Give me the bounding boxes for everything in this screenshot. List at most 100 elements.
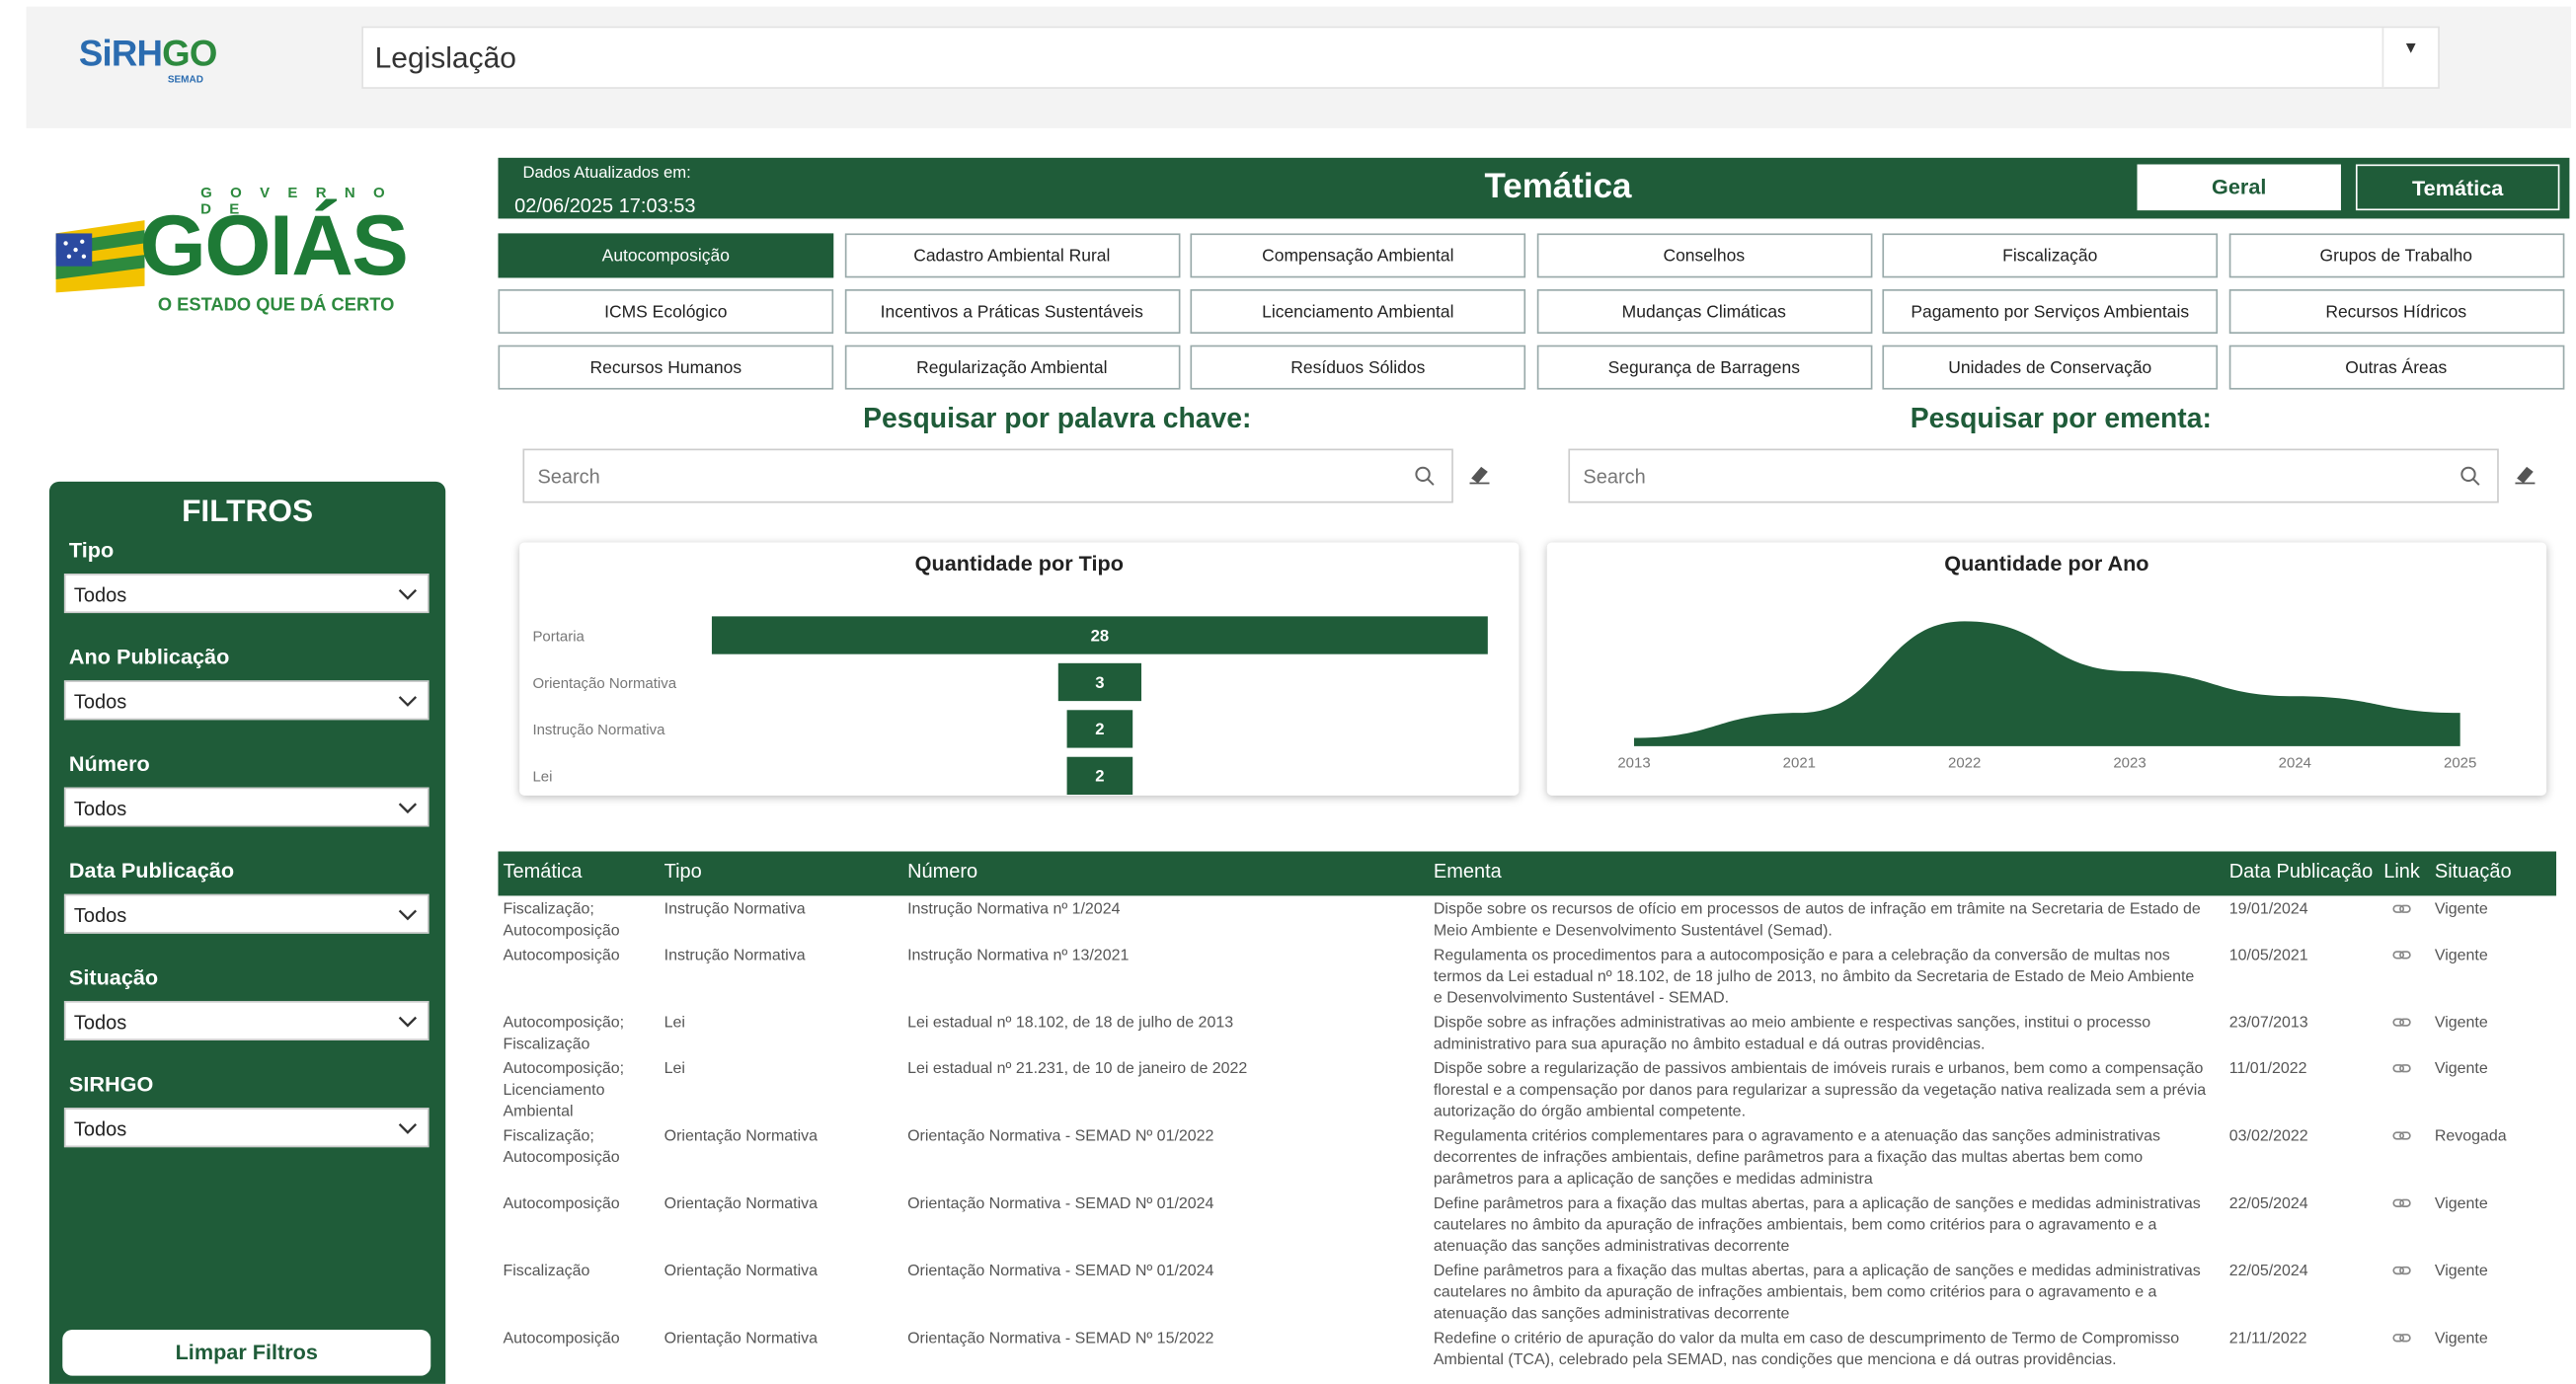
cell-tematica-line: Autocomposição; xyxy=(503,1059,625,1079)
theme-button[interactable]: Licenciamento Ambiental xyxy=(1190,289,1526,334)
bar-chart-tipo: Portaria 28 Orientação Normativa 3 Instrução… xyxy=(532,616,1488,796)
area-series[interactable] xyxy=(1634,621,2460,746)
col-header-ementa[interactable]: Ementa xyxy=(1434,860,1502,883)
link-icon[interactable] xyxy=(2392,947,2412,963)
cell-data: 19/01/2024 xyxy=(2228,900,2308,919)
theme-button[interactable]: Autocomposição xyxy=(498,233,834,278)
link-icon[interactable] xyxy=(2392,1127,2412,1144)
chart-card-ano: Quantidade por Ano 2013 2021 2022 2023 2024 2… xyxy=(1546,542,2547,796)
ementa-search-input[interactable]: Search xyxy=(1568,448,2499,503)
cell-ementa-line: Ambiental (TCA), celebrado pela SEMAD, n… xyxy=(1433,1350,2117,1369)
tematica-button[interactable]: Temática xyxy=(2355,164,2560,211)
table-row[interactable]: Autocomposição Orientação Normativa Orient… xyxy=(498,1328,2556,1374)
eraser-icon[interactable] xyxy=(2514,462,2537,485)
theme-button[interactable]: Cadastro Ambiental Rural xyxy=(843,233,1180,278)
search-icon[interactable] xyxy=(1414,465,1436,487)
updated-label: Dados Atualizados em: xyxy=(522,164,691,183)
filter-select-numero[interactable]: Todos xyxy=(63,787,429,827)
goias-logo: GOVERNO DE GOIÁS O ESTADO QUE DÁ CERTO xyxy=(49,184,452,324)
col-header-numero[interactable]: Número xyxy=(907,860,977,883)
caret-down-icon[interactable]: ▼ xyxy=(2381,28,2439,88)
cell-numero: Lei estadual nº 21.231, de 10 de janeiro… xyxy=(907,1059,1248,1079)
theme-button[interactable]: Outras Áreas xyxy=(2227,345,2564,390)
table-row[interactable]: Autocomposição Orientação Normativa Orient… xyxy=(498,1193,2556,1261)
table-row[interactable]: Autocomposição; Licenciamento Ambiental Lei… xyxy=(498,1058,2556,1125)
theme-button[interactable]: Recursos Hídricos xyxy=(2227,289,2564,334)
filters-panel: FILTROS Tipo Todos Ano Publicação Todos … xyxy=(48,481,446,1384)
filter-select-ano[interactable]: Todos xyxy=(63,680,429,721)
filter-value: Todos xyxy=(73,797,127,820)
theme-button[interactable]: Recursos Humanos xyxy=(498,345,834,390)
x-tick-label: 2013 xyxy=(1617,755,1650,772)
cell-tematica: Autocomposição; Licenciamento Ambiental xyxy=(503,1058,659,1122)
cell-tematica-line: Licenciamento xyxy=(503,1081,605,1100)
cell-ementa-line: parâmetros para a aplicação de sanções e… xyxy=(1433,1170,1873,1189)
table-row[interactable]: Autocomposição; Fiscalização Lei Lei estadu… xyxy=(498,1013,2556,1059)
cell-ementa: Dispõe sobre as infrações administrativa… xyxy=(1434,1013,2223,1055)
filter-select-data[interactable]: Todos xyxy=(63,893,429,934)
keyword-search-label: Pesquisar por palavra chave: xyxy=(863,402,1252,434)
cell-tematica-line: Autocomposição xyxy=(503,1194,620,1213)
link-icon[interactable] xyxy=(2392,1330,2412,1346)
clear-filters-button[interactable]: Limpar Filtros xyxy=(62,1329,431,1376)
cell-ementa: Define parâmetros para a fixação das mul… xyxy=(1434,1193,2223,1258)
link-icon[interactable] xyxy=(2392,900,2412,917)
keyword-search-input[interactable]: Search xyxy=(522,448,1453,503)
filter-select-situacao[interactable]: Todos xyxy=(63,1000,429,1040)
cell-tematica: Autocomposição; Fiscalização xyxy=(503,1013,659,1055)
cell-tipo: Lei xyxy=(664,1014,685,1033)
link-icon[interactable] xyxy=(2392,1060,2412,1077)
geral-button[interactable]: Geral xyxy=(2137,164,2341,211)
search-icon[interactable] xyxy=(2459,465,2481,487)
theme-button[interactable]: Conselhos xyxy=(1535,233,1872,278)
filter-value: Todos xyxy=(73,1117,127,1141)
cell-numero: Instrução Normativa nº 13/2021 xyxy=(907,947,1130,965)
goias-name: GOIÁS xyxy=(139,198,409,295)
col-header-data[interactable]: Data Publicação xyxy=(2229,860,2374,883)
theme-button[interactable]: Regularização Ambiental xyxy=(843,345,1180,390)
theme-button[interactable]: Resíduos Sólidos xyxy=(1190,345,1526,390)
col-header-link[interactable]: Link xyxy=(2383,860,2420,883)
table-row[interactable]: Autocomposição Instrução Normativa Instruç… xyxy=(498,945,2556,1012)
x-tick-label: 2025 xyxy=(2444,755,2476,772)
theme-button[interactable]: ICMS Ecológico xyxy=(498,289,834,334)
theme-button[interactable]: Fiscalização xyxy=(1882,233,2219,278)
cell-ementa-line: Regulamenta critérios complementares par… xyxy=(1433,1127,2160,1146)
theme-button[interactable]: Compensação Ambiental xyxy=(1190,233,1526,278)
link-icon[interactable] xyxy=(2392,1014,2412,1031)
cell-tematica-line: Autocomposição xyxy=(503,922,620,941)
cell-tematica: Autocomposição xyxy=(503,1328,659,1349)
filter-select-sirhgo[interactable]: Todos xyxy=(63,1108,429,1148)
filter-label-ano: Ano Publicação xyxy=(68,644,230,669)
chevron-down-icon xyxy=(398,1016,418,1028)
page-select[interactable]: Legislação ▼ xyxy=(361,26,2440,89)
col-header-tematica[interactable]: Temática xyxy=(503,860,582,883)
table-row[interactable]: Fiscalização; Autocomposição Instrução Nor… xyxy=(498,899,2556,946)
cell-data: 11/01/2022 xyxy=(2228,1059,2307,1079)
filter-label-situacao: Situação xyxy=(68,964,159,990)
theme-button[interactable]: Pagamento por Serviços Ambientais xyxy=(1882,289,2219,334)
cell-situacao: Vigente xyxy=(2434,1329,2488,1348)
col-header-tipo[interactable]: Tipo xyxy=(664,860,702,883)
theme-button[interactable]: Incentivos a Práticas Sustentáveis xyxy=(843,289,1180,334)
cell-ementa-line: cautelares no âmbito da apuração de infr… xyxy=(1433,1216,2157,1235)
table-row[interactable]: Fiscalização Orientação Normativa Orientaç… xyxy=(498,1261,2556,1328)
cell-data: 23/07/2013 xyxy=(2228,1014,2308,1033)
eraser-icon[interactable] xyxy=(1468,462,1491,485)
cell-tipo: Lei xyxy=(664,1059,685,1079)
table-row[interactable]: Fiscalização; Autocomposição Orientação No… xyxy=(498,1126,2556,1193)
chevron-down-icon xyxy=(398,909,418,921)
goias-flag-icon xyxy=(55,220,145,293)
cell-tematica: Fiscalização; Autocomposição xyxy=(503,899,659,942)
search-placeholder: Search xyxy=(537,465,600,489)
filter-label-sirhgo: SIRHGO xyxy=(68,1071,154,1097)
theme-button[interactable]: Mudanças Climáticas xyxy=(1535,289,1872,334)
theme-button[interactable]: Grupos de Trabalho xyxy=(2227,233,2564,278)
theme-button[interactable]: Segurança de Barragens xyxy=(1535,345,1872,390)
link-icon[interactable] xyxy=(2392,1194,2412,1211)
filter-select-tipo[interactable]: Todos xyxy=(63,574,429,614)
cell-tipo: Instrução Normativa xyxy=(664,947,806,965)
theme-button[interactable]: Unidades de Conservação xyxy=(1882,345,2219,390)
link-icon[interactable] xyxy=(2392,1263,2412,1279)
col-header-situacao[interactable]: Situação xyxy=(2435,860,2512,883)
